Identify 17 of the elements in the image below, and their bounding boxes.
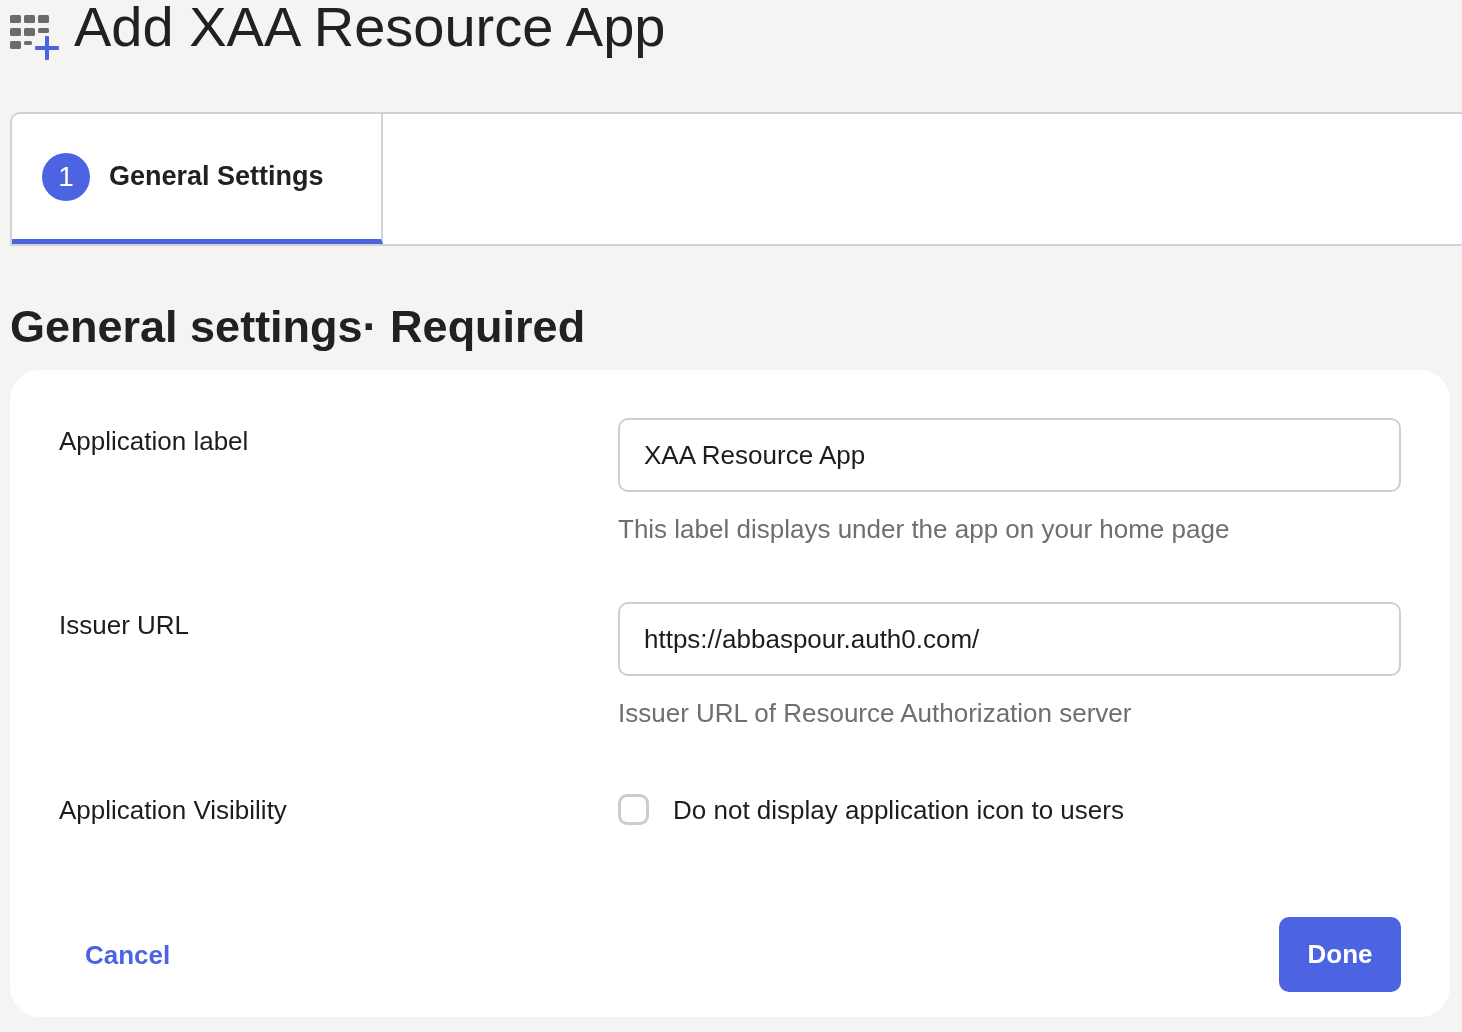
checkbox[interactable] <box>618 794 649 825</box>
text-input[interactable]: https://abbaspour.auth0.com/ <box>618 602 1401 676</box>
step-tab[interactable]: 1 General Settings <box>12 114 383 244</box>
section-heading: General settings· Required <box>10 300 587 354</box>
field-label: Issuer URL <box>59 610 191 640</box>
cancel-link[interactable]: Cancel <box>85 939 171 970</box>
step-label: General Settings <box>109 160 324 194</box>
field-label: Application Visibility <box>59 794 288 825</box>
step-number: 1 <box>42 152 90 201</box>
page-title: Add XAA Resource App <box>74 0 666 57</box>
help-text: Issuer URL of Resource Authorization server <box>618 698 1133 728</box>
grid-plus-icon <box>10 14 59 60</box>
checkbox-label: Do not display application icon to users <box>673 794 1124 825</box>
field-label: Application label <box>59 426 250 456</box>
done-button[interactable]: Done <box>1279 917 1401 992</box>
text-input[interactable]: XAA Resource App <box>618 418 1401 492</box>
help-text: This label displays under the app on your home page <box>618 514 1231 544</box>
